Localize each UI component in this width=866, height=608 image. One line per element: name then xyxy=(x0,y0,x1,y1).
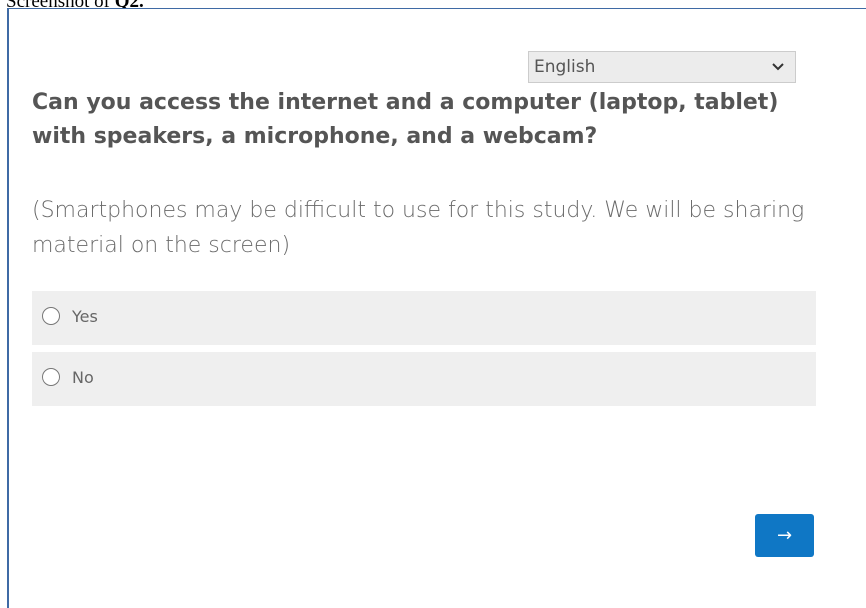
choice-label: No xyxy=(72,368,94,387)
language-select-value: English xyxy=(534,57,596,77)
language-select[interactable]: English xyxy=(528,51,796,83)
radio-button-icon[interactable] xyxy=(42,368,60,386)
next-button[interactable]: → xyxy=(755,514,814,557)
choice-yes[interactable]: Yes xyxy=(32,291,816,345)
question-text: Can you access the internet and a comput… xyxy=(32,90,779,149)
choice-label: Yes xyxy=(72,307,98,326)
chevron-down-icon xyxy=(771,52,785,82)
question-subtext: (Smartphones may be difficult to use for… xyxy=(32,198,805,258)
radio-button-icon[interactable] xyxy=(42,307,60,325)
choice-no[interactable]: No xyxy=(32,352,816,406)
